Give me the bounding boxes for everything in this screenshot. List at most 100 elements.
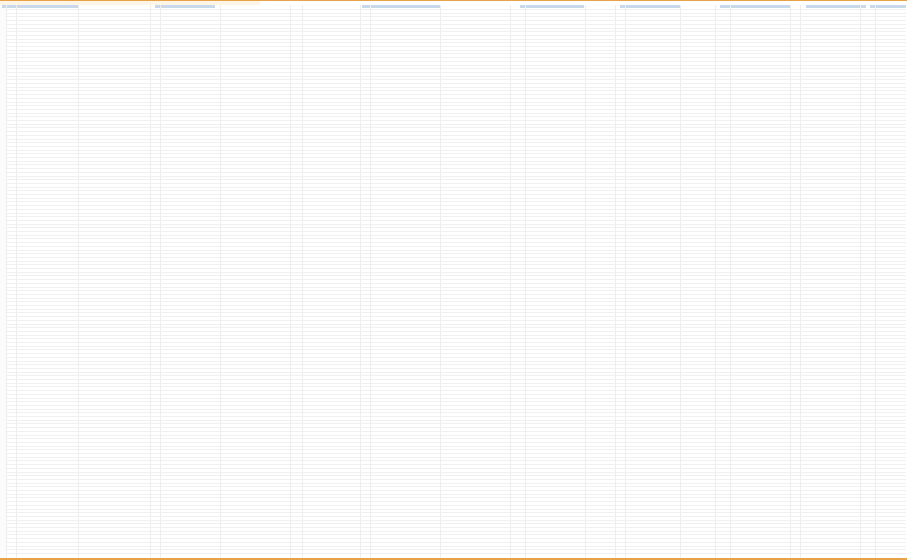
- row-line: [6, 434, 906, 436]
- column-header[interactable]: [520, 5, 584, 8]
- column-line: [875, 5, 876, 558]
- row-line: [6, 123, 906, 125]
- row-line: [6, 134, 906, 136]
- row-line: [6, 408, 906, 410]
- row-line: [6, 423, 906, 425]
- column-header[interactable]: [806, 5, 866, 8]
- row-line: [6, 201, 906, 203]
- row-line: [6, 286, 906, 288]
- row-line: [6, 430, 906, 432]
- row-line: [6, 330, 906, 332]
- column-line: [150, 5, 151, 558]
- row-line: [6, 116, 906, 118]
- row-line: [6, 108, 906, 110]
- row-line: [6, 493, 906, 495]
- row-line: [6, 364, 906, 366]
- row-line: [6, 512, 906, 514]
- row-line: [6, 127, 906, 129]
- row-line: [6, 353, 906, 355]
- row-line: [6, 190, 906, 192]
- row-line: [6, 153, 906, 155]
- row-line: [6, 401, 906, 403]
- column-header[interactable]: [2, 5, 78, 8]
- row-line: [6, 360, 906, 362]
- column-line: [160, 5, 161, 558]
- row-line: [6, 327, 906, 329]
- row-line: [6, 245, 906, 247]
- column-line: [370, 5, 371, 558]
- row-line: [6, 523, 906, 525]
- row-line: [6, 186, 906, 188]
- row-line: [6, 168, 906, 170]
- row-line: [6, 545, 906, 547]
- row-line: [6, 349, 906, 351]
- column-header[interactable]: [620, 5, 680, 8]
- row-line: [6, 538, 906, 540]
- column-line: [615, 5, 616, 558]
- row-line: [6, 382, 906, 384]
- row-line: [6, 393, 906, 395]
- row-line: [6, 53, 906, 55]
- row-line: [6, 75, 906, 77]
- row-line: [6, 256, 906, 258]
- row-line: [6, 97, 906, 99]
- row-line: [6, 249, 906, 251]
- row-line: [6, 42, 906, 44]
- column-line: [440, 5, 441, 558]
- row-line: [6, 9, 906, 10]
- row-line: [6, 464, 906, 466]
- column-line: [220, 5, 221, 558]
- row-line: [6, 279, 906, 281]
- column-header-label: [620, 5, 622, 8]
- row-line: [6, 367, 906, 369]
- row-line: [6, 438, 906, 440]
- column-line: [510, 5, 511, 558]
- row-line: [6, 242, 906, 244]
- column-line: [790, 5, 791, 558]
- row-line: [6, 312, 906, 314]
- row-line: [6, 552, 906, 554]
- row-line: [6, 290, 906, 292]
- row-line: [6, 23, 906, 25]
- row-line: [6, 120, 906, 121]
- row-line: [6, 379, 906, 380]
- row-line: [6, 501, 906, 503]
- row-line: [6, 441, 906, 443]
- row-line: [6, 145, 906, 147]
- row-line: [6, 223, 906, 225]
- column-line: [715, 5, 716, 558]
- row-line: [6, 71, 906, 73]
- row-line: [6, 397, 906, 399]
- row-line: [6, 57, 906, 59]
- row-line: [6, 519, 906, 521]
- row-line: [6, 94, 906, 96]
- column-header[interactable]: [155, 5, 215, 8]
- column-header-label: [720, 5, 722, 8]
- column-header[interactable]: [362, 5, 440, 8]
- column-line: [585, 5, 586, 558]
- row-line: [6, 371, 906, 373]
- row-line: [6, 471, 906, 473]
- column-line: [860, 5, 861, 558]
- row-line: [6, 334, 906, 336]
- row-line: [6, 427, 906, 429]
- row-line: [6, 227, 906, 229]
- column-line: [360, 5, 361, 558]
- row-line: [6, 467, 906, 469]
- row-line: [6, 68, 906, 70]
- row-line: [6, 282, 906, 284]
- row-line: [6, 445, 906, 447]
- row-line: [6, 293, 906, 295]
- row-line: [6, 482, 906, 484]
- row-line: [6, 342, 906, 343]
- column-header-label: [362, 5, 364, 8]
- row-line: [6, 219, 906, 221]
- row-line: [6, 194, 906, 195]
- row-line: [6, 549, 906, 551]
- row-line: [6, 449, 906, 451]
- row-line: [6, 142, 906, 144]
- row-line: [6, 338, 906, 340]
- row-line: [6, 86, 906, 88]
- row-line: [6, 453, 906, 454]
- row-line: [6, 231, 906, 232]
